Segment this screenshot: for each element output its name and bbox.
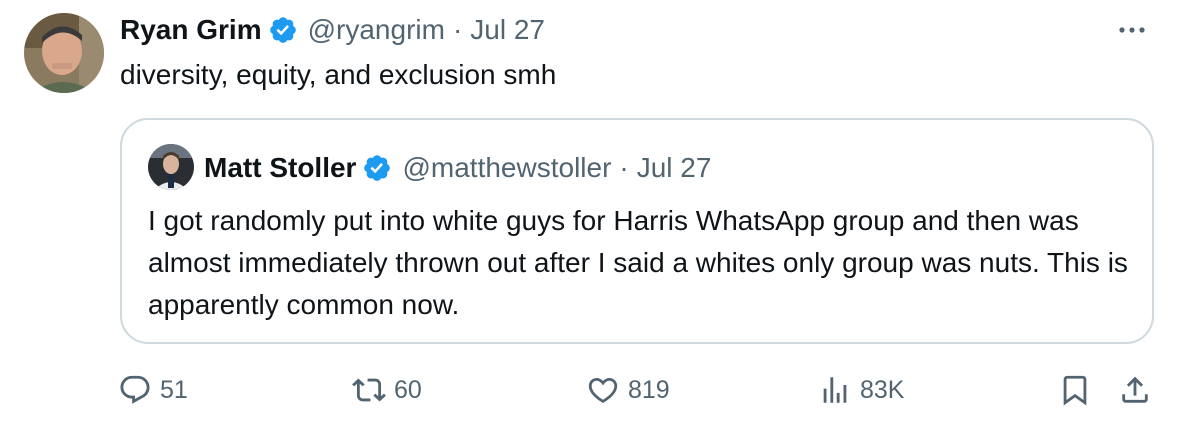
quoted-tweet-date[interactable]: Jul 27	[637, 152, 712, 184]
quoted-author-name[interactable]: Matt Stoller	[204, 152, 356, 184]
like-button[interactable]: 819	[586, 370, 670, 410]
tweet: Ryan Grim @ryangrim · Jul 27 diversity, …	[0, 0, 1188, 434]
separator-dot: ·	[452, 14, 463, 45]
repost-icon	[352, 378, 386, 402]
author-name[interactable]: Ryan Grim	[120, 14, 262, 46]
bookmark-icon	[1063, 375, 1087, 406]
bookmark-button[interactable]	[1058, 370, 1092, 410]
action-bar: 51 60 819 83K	[118, 370, 1158, 410]
reply-button[interactable]: 51	[118, 370, 188, 410]
share-icon	[1122, 376, 1148, 403]
quoted-tweet[interactable]: Matt Stoller @matthewstoller · Jul 27 I …	[120, 118, 1154, 344]
repost-button[interactable]: 60	[352, 370, 422, 410]
views-count: 83K	[860, 375, 905, 404]
quoted-author-avatar[interactable]	[148, 144, 194, 190]
quoted-avatar-photo-icon	[148, 144, 194, 190]
quoted-tweet-header: Matt Stoller @matthewstoller · Jul 27	[204, 148, 711, 188]
share-button[interactable]	[1118, 370, 1152, 410]
reply-icon	[120, 375, 150, 404]
heart-icon	[588, 377, 618, 403]
repost-count: 60	[394, 375, 422, 404]
views-chart-icon	[823, 377, 847, 403]
like-count: 819	[628, 375, 670, 404]
reply-count: 51	[160, 375, 188, 404]
quoted-tweet-text: I got randomly put into white guys for H…	[148, 205, 1128, 320]
author-handle[interactable]: @ryangrim	[308, 14, 445, 46]
tweet-header: Ryan Grim @ryangrim · Jul 27	[120, 10, 545, 50]
tweet-text: diversity, equity, and exclusion smh	[120, 59, 557, 90]
more-dots-icon[interactable]	[1114, 14, 1150, 46]
author-avatar[interactable]	[24, 13, 104, 93]
verified-badge-icon	[268, 15, 298, 45]
quoted-author-handle[interactable]: @matthewstoller	[402, 152, 611, 184]
tweet-date[interactable]: Jul 27	[470, 14, 545, 46]
views-button[interactable]: 83K	[818, 370, 904, 410]
avatar-photo-icon	[24, 13, 104, 93]
quoted-separator-dot: ·	[619, 152, 629, 183]
quoted-verified-badge-icon	[362, 153, 392, 183]
